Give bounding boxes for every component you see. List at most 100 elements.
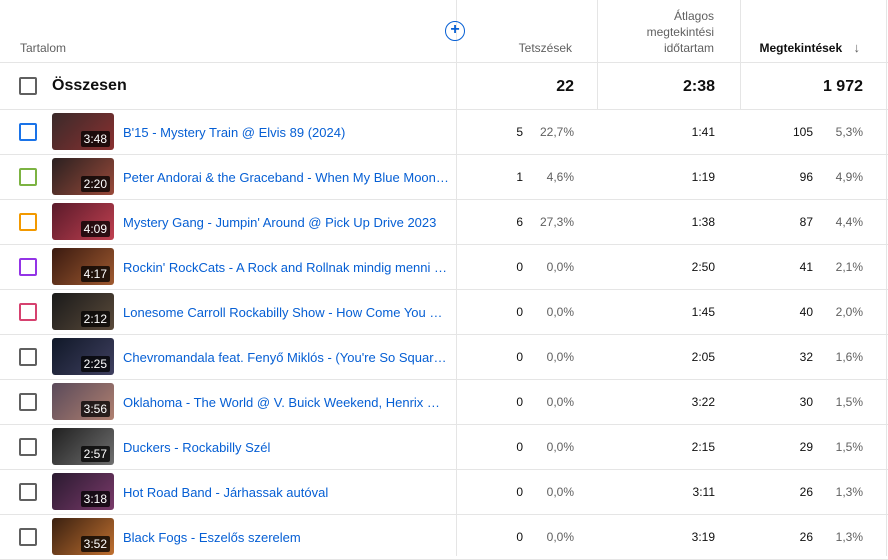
table-row[interactable]: 2:57 Duckers - Rockabilly Szél 0 0,0% 2:… — [0, 425, 888, 470]
views-percent: 4,4% — [835, 215, 863, 229]
avg-duration: 2:15 — [691, 440, 715, 454]
video-title-link[interactable]: Lonesome Carroll Rockabilly Show - How C… — [123, 305, 451, 320]
row-checkbox[interactable] — [19, 528, 37, 546]
header-content: Tartalom — [20, 41, 67, 55]
video-thumbnail[interactable]: 2:12 — [52, 293, 114, 330]
views-count: 26 — [799, 485, 813, 499]
plus-circle-icon[interactable]: + — [445, 21, 465, 41]
views-count: 26 — [799, 530, 813, 544]
likes-count: 1 — [516, 170, 523, 184]
views-count: 96 — [799, 170, 813, 184]
row-checkbox[interactable] — [19, 393, 37, 411]
select-all-checkbox[interactable] — [19, 77, 37, 95]
row-checkbox[interactable] — [19, 483, 37, 501]
table-row[interactable]: 2:12 Lonesome Carroll Rockabilly Show - … — [0, 290, 888, 335]
header-avg-line-3: időtartam — [663, 41, 714, 55]
avg-duration: 3:22 — [691, 395, 715, 409]
avg-duration: 2:05 — [691, 350, 715, 364]
likes-count: 0 — [516, 260, 523, 274]
video-title-link[interactable]: Mystery Gang - Jumpin' Around @ Pick Up … — [123, 215, 451, 230]
table-row[interactable]: 2:25 Chevromandala feat. Fenyő Miklós - … — [0, 335, 888, 380]
total-likes: 22 — [556, 78, 574, 95]
row-checkbox[interactable] — [19, 303, 37, 321]
total-views: 1 972 — [822, 78, 863, 95]
video-thumbnail[interactable]: 2:57 — [52, 428, 114, 465]
likes-count: 0 — [516, 440, 523, 454]
likes-count: 0 — [516, 530, 523, 544]
video-duration: 2:20 — [80, 176, 110, 192]
row-checkbox[interactable] — [19, 438, 37, 456]
likes-percent: 0,0% — [546, 440, 574, 454]
likes-percent: 27,3% — [539, 215, 574, 229]
video-duration: 2:25 — [80, 356, 110, 372]
views-percent: 5,3% — [835, 125, 863, 139]
video-title-link[interactable]: Chevromandala feat. Fenyő Miklós - (You'… — [123, 350, 451, 365]
video-title-link[interactable]: Duckers - Rockabilly Szél — [123, 440, 451, 455]
avg-duration: 1:19 — [691, 170, 715, 184]
table-row[interactable]: 3:48 B'15 - Mystery Train @ Elvis 89 (20… — [0, 110, 888, 155]
row-checkbox[interactable] — [19, 348, 37, 366]
video-duration: 3:52 — [80, 536, 110, 552]
likes-percent: 0,0% — [546, 395, 574, 409]
video-duration: 3:48 — [80, 131, 110, 147]
video-title-link[interactable]: Rockin' RockCats - A Rock and Rollnak mi… — [123, 260, 451, 275]
video-thumbnail[interactable]: 4:09 — [52, 203, 114, 240]
views-count: 105 — [792, 125, 813, 139]
likes-count: 0 — [516, 485, 523, 499]
avg-duration: 3:11 — [692, 485, 715, 499]
views-count: 40 — [799, 305, 813, 319]
video-duration: 2:12 — [80, 311, 110, 327]
views-count: 87 — [799, 215, 813, 229]
video-thumbnail[interactable]: 4:17 — [52, 248, 114, 285]
video-title-link[interactable]: Black Fogs - Eszelős szerelem — [123, 530, 451, 545]
likes-count: 5 — [516, 125, 523, 139]
video-title-link[interactable]: Hot Road Band - Járhassak autóval — [123, 485, 451, 500]
likes-percent: 0,0% — [546, 350, 574, 364]
table-row[interactable]: 3:18 Hot Road Band - Járhassak autóval 0… — [0, 470, 888, 515]
table-row[interactable]: 4:09 Mystery Gang - Jumpin' Around @ Pic… — [0, 200, 888, 245]
table-row[interactable]: 4:17 Rockin' RockCats - A Rock and Rolln… — [0, 245, 888, 290]
likes-percent: 0,0% — [546, 305, 574, 319]
likes-count: 0 — [516, 350, 523, 364]
row-checkbox[interactable] — [19, 258, 37, 276]
likes-percent: 4,6% — [546, 170, 574, 184]
views-count: 32 — [799, 350, 813, 364]
row-checkbox[interactable] — [19, 123, 37, 141]
video-title-link[interactable]: Peter Andorai & the Graceband - When My … — [123, 170, 451, 185]
likes-percent: 0,0% — [546, 530, 574, 544]
avg-duration: 2:50 — [691, 260, 715, 274]
header-views[interactable]: Megtekintések ↓ — [759, 40, 860, 56]
total-avg-duration: 2:38 — [682, 78, 715, 95]
views-percent: 1,5% — [835, 440, 863, 454]
likes-count: 6 — [516, 215, 523, 229]
table-row[interactable]: 3:52 Black Fogs - Eszelős szerelem 0 0,0… — [0, 515, 888, 560]
header-avg-line-2: megtekintési — [646, 25, 714, 39]
video-duration: 3:56 — [80, 401, 110, 417]
video-duration: 4:09 — [80, 221, 110, 237]
views-percent: 4,9% — [835, 170, 863, 184]
video-duration: 4:17 — [80, 266, 110, 282]
avg-duration: 3:19 — [691, 530, 715, 544]
avg-duration: 1:41 — [691, 125, 715, 139]
table-header: Tartalom + Tetszések Átlagos megtekintés… — [0, 0, 888, 63]
video-thumbnail[interactable]: 3:56 — [52, 383, 114, 420]
analytics-content-table: Tartalom + Tetszések Átlagos megtekintés… — [0, 0, 888, 560]
table-row[interactable]: 2:20 Peter Andorai & the Graceband - Whe… — [0, 155, 888, 200]
arrow-down-icon: ↓ — [853, 40, 861, 55]
header-avg-line-1: Átlagos — [673, 9, 714, 23]
video-thumbnail[interactable]: 2:25 — [52, 338, 114, 375]
row-checkbox[interactable] — [19, 168, 37, 186]
likes-count: 0 — [516, 395, 523, 409]
table-row[interactable]: 3:56 Oklahoma - The World @ V. Buick Wee… — [0, 380, 888, 425]
row-checkbox[interactable] — [19, 213, 37, 231]
video-title-link[interactable]: Oklahoma - The World @ V. Buick Weekend,… — [123, 395, 451, 410]
video-thumbnail[interactable]: 3:48 — [52, 113, 114, 150]
video-thumbnail[interactable]: 2:20 — [52, 158, 114, 195]
total-row: Összesen 22 2:38 1 972 — [0, 63, 888, 110]
video-duration: 2:57 — [80, 446, 110, 462]
header-likes[interactable]: Tetszések — [519, 40, 572, 56]
video-thumbnail[interactable]: 3:18 — [52, 473, 114, 510]
video-title-link[interactable]: B'15 - Mystery Train @ Elvis 89 (2024) — [123, 125, 451, 140]
header-avg-duration[interactable]: Átlagos megtekintési időtartam — [604, 8, 714, 56]
video-thumbnail[interactable]: 3:52 — [52, 518, 114, 555]
